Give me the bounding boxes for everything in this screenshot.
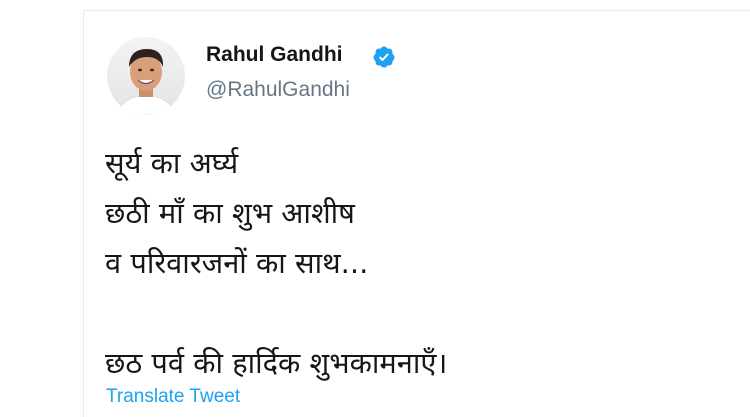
- tweet-line: सूर्य का अर्घ्य: [105, 146, 239, 180]
- avatar-photo: [107, 37, 185, 115]
- translate-tweet-link[interactable]: Translate Tweet: [106, 386, 240, 408]
- tweet-line: व परिवारजनों का साथ...: [105, 246, 369, 280]
- tweet-line: छठी माँ का शुभ आशीष: [105, 196, 355, 230]
- timeline-left-border: [83, 10, 84, 417]
- author-handle[interactable]: @RahulGandhi: [206, 78, 350, 102]
- author-name[interactable]: Rahul Gandhi: [206, 43, 343, 67]
- top-divider: [83, 10, 750, 11]
- tweet-text: सूर्य का अर्घ्य छठी माँ का शुभ आशीष व पर…: [105, 138, 725, 388]
- verified-badge-icon: [373, 46, 395, 68]
- tweet-line: छठ पर्व की हार्दिक शुभकामनाएँ।: [105, 346, 448, 380]
- avatar[interactable]: [107, 37, 185, 115]
